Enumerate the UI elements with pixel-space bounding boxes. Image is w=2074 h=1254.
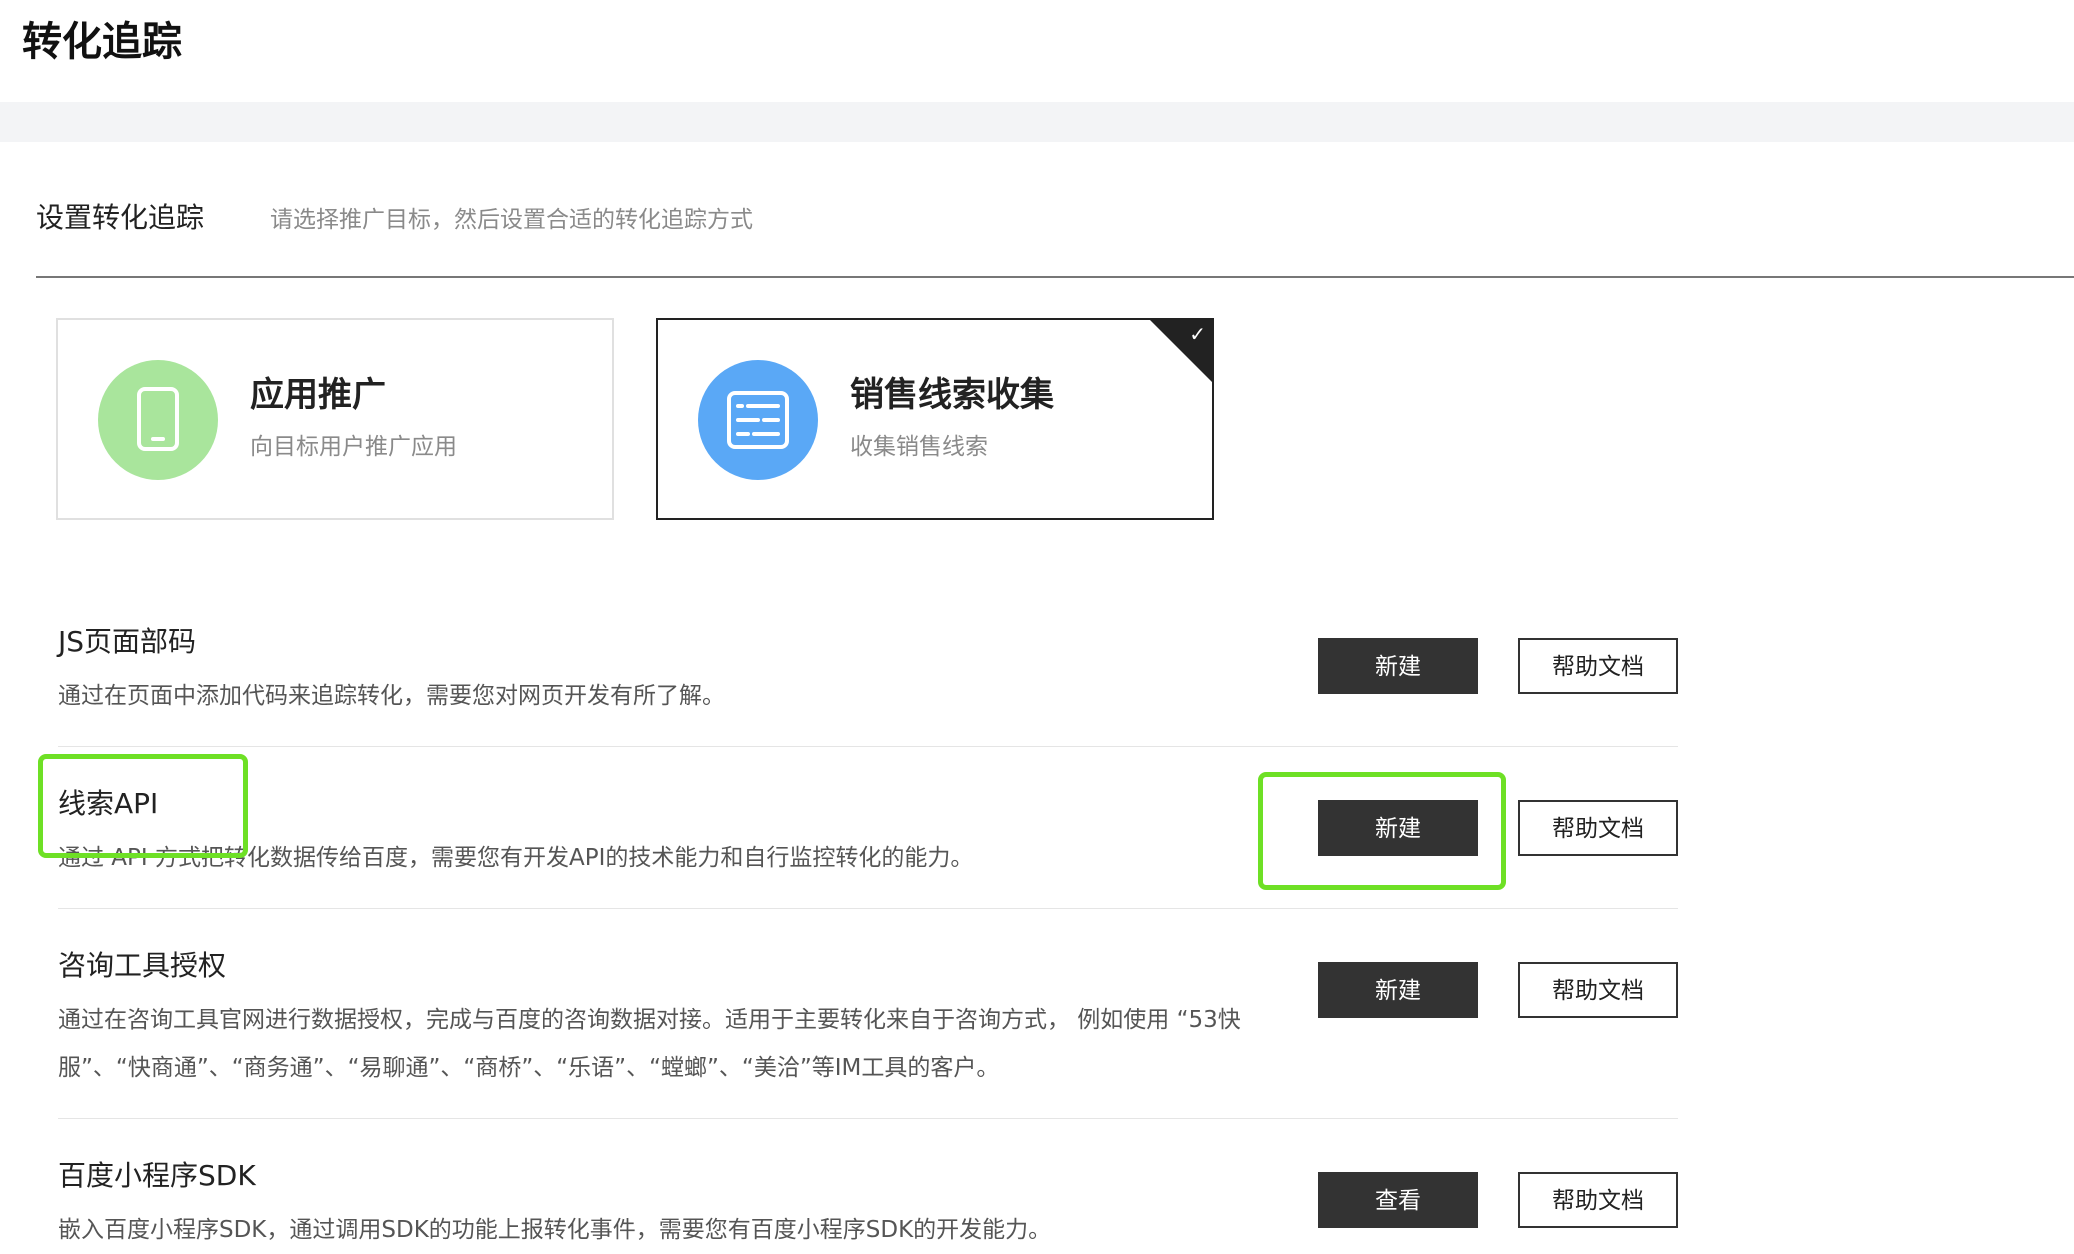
row-divider — [58, 746, 1678, 747]
method-desc: 通过在页面中添加代码来追踪转化，需要您对网页开发有所了解。 — [58, 683, 725, 709]
header-divider-band — [0, 102, 2074, 142]
goal-icon-circle — [698, 360, 818, 480]
checkmark-icon: ✓ — [1189, 322, 1206, 346]
method-name: 线索API — [58, 787, 159, 820]
goal-name: 销售线索收集 — [850, 375, 1054, 415]
help-doc-button-mini-program-sdk[interactable]: 帮助文档 — [1518, 1172, 1678, 1228]
method-desc: 通过 API 方式把转化数据传给百度，需要您有开发API的技术能力和自行监控转化… — [58, 845, 974, 871]
create-button-js-code[interactable]: 新建 — [1318, 638, 1478, 694]
method-name: JS页面部码 — [58, 625, 197, 658]
help-doc-button-consult-tool[interactable]: 帮助文档 — [1518, 962, 1678, 1018]
goal-name: 应用推广 — [250, 375, 386, 415]
goal-icon-circle — [98, 360, 218, 480]
section-title: 设置转化追踪 — [36, 201, 205, 234]
create-button-consult-tool[interactable]: 新建 — [1318, 962, 1478, 1018]
method-name: 咨询工具授权 — [58, 949, 227, 982]
help-doc-button-lead-api[interactable]: 帮助文档 — [1518, 800, 1678, 856]
mobile-phone-icon — [137, 387, 179, 451]
create-button-lead-api[interactable]: 新建 — [1318, 800, 1478, 856]
section-hint: 请选择推广目标，然后设置合适的转化追踪方式 — [270, 207, 753, 233]
goal-card-sales-leads[interactable]: 销售线索收集 收集销售线索 ✓ — [656, 318, 1214, 520]
goal-card-app-promotion[interactable]: 应用推广 向目标用户推广应用 — [56, 318, 614, 520]
row-divider — [58, 1118, 1678, 1119]
method-name: 百度小程序SDK — [58, 1159, 256, 1192]
method-desc: 嵌入百度小程序SDK，通过调用SDK的功能上报转化事件，需要您有百度小程序SDK… — [58, 1217, 1052, 1243]
view-button-mini-program-sdk[interactable]: 查看 — [1318, 1172, 1478, 1228]
section-divider — [36, 276, 2074, 278]
goal-desc: 收集销售线索 — [850, 434, 988, 460]
help-doc-button-js-code[interactable]: 帮助文档 — [1518, 638, 1678, 694]
page-title: 转化追踪 — [22, 19, 182, 65]
form-list-icon — [727, 391, 789, 449]
row-divider — [58, 908, 1678, 909]
method-desc: 通过在咨询工具官网进行数据授权，完成与百度的咨询数据对接。适用于主要转化来自于咨… — [58, 1007, 1241, 1081]
goal-desc: 向目标用户推广应用 — [250, 434, 457, 460]
